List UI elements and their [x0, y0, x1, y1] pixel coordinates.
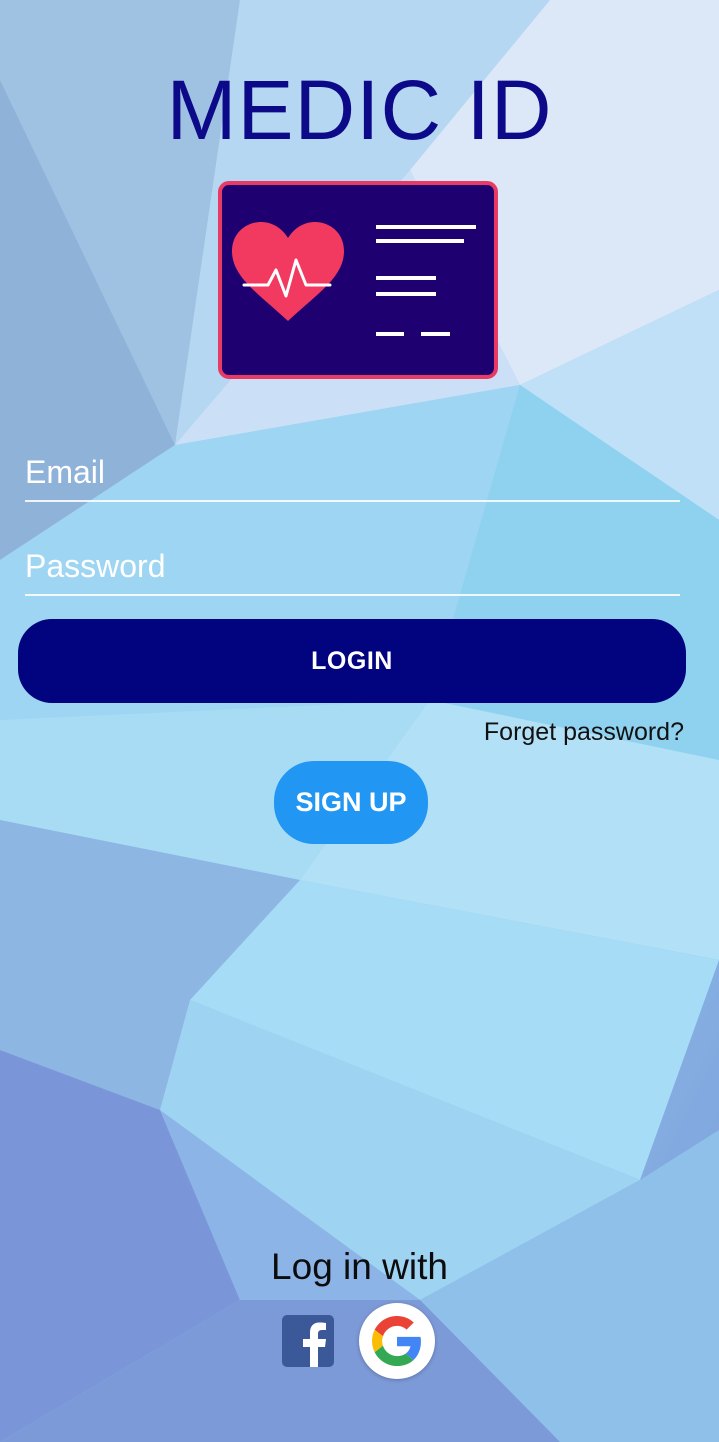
email-field	[25, 440, 680, 502]
password-input[interactable]	[25, 544, 680, 588]
google-login-button[interactable]	[359, 1303, 435, 1379]
social-login-label: Log in with	[271, 1246, 448, 1287]
google-icon	[372, 1316, 421, 1366]
app-title: MEDIC ID	[166, 63, 553, 157]
login-screen: MEDIC ID LOGIN Forget password? SIGN UP …	[0, 0, 719, 1442]
facebook-icon[interactable]	[282, 1315, 334, 1367]
forgot-password-link[interactable]: Forget password?	[484, 718, 684, 747]
email-input[interactable]	[25, 450, 680, 494]
signup-button[interactable]: SIGN UP	[274, 761, 428, 844]
login-button[interactable]: LOGIN	[18, 619, 686, 703]
medical-id-card-icon	[218, 181, 498, 379]
password-field	[25, 534, 680, 596]
